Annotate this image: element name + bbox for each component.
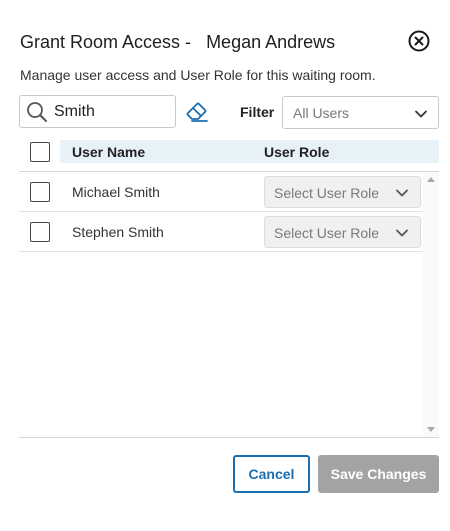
table-row: Michael Smith Select User Role	[19, 172, 423, 212]
cancel-button[interactable]: Cancel	[233, 455, 310, 493]
row-checkbox[interactable]	[30, 222, 50, 242]
scroll-up-arrow-icon[interactable]	[427, 177, 435, 182]
chevron-down-icon	[396, 229, 408, 237]
scroll-down-arrow-icon[interactable]	[427, 427, 435, 432]
close-button[interactable]	[408, 30, 430, 52]
column-header-user-name[interactable]: User Name	[72, 144, 145, 160]
user-name: Michael Smith	[72, 184, 160, 200]
clear-search-button[interactable]	[184, 98, 210, 124]
column-header-user-role[interactable]: User Role	[264, 144, 329, 160]
user-role-placeholder: Select User Role	[274, 185, 380, 201]
dialog-title: Grant Room Access - Megan Andrews	[20, 32, 335, 53]
close-circle-icon	[408, 30, 430, 52]
search-box[interactable]	[19, 95, 176, 128]
filter-label: Filter	[240, 104, 275, 120]
search-icon	[27, 102, 47, 122]
grant-room-access-dialog: Grant Room Access - Megan Andrews Manage…	[0, 0, 450, 531]
table-row: Stephen Smith Select User Role	[19, 212, 423, 252]
dialog-title-prefix: Grant Room Access -	[20, 32, 207, 52]
filter-selected-value: All Users	[293, 105, 350, 121]
chevron-down-icon	[396, 189, 408, 197]
save-changes-button[interactable]: Save Changes	[318, 455, 439, 493]
user-name: Stephen Smith	[72, 224, 164, 240]
select-all-checkbox[interactable]	[30, 142, 50, 162]
user-role-dropdown[interactable]: Select User Role	[264, 176, 421, 208]
row-checkbox[interactable]	[30, 182, 50, 202]
user-role-dropdown[interactable]: Select User Role	[264, 216, 421, 248]
search-input[interactable]	[54, 101, 172, 123]
table-header: User Name User Role	[19, 140, 439, 164]
user-role-placeholder: Select User Role	[274, 225, 380, 241]
eraser-icon	[186, 102, 208, 122]
user-table-body: Michael Smith Select User Role Stephen S…	[19, 171, 439, 438]
chevron-down-icon	[415, 110, 427, 118]
dialog-title-user: Megan Andrews	[206, 32, 336, 52]
filter-dropdown[interactable]: All Users	[282, 96, 439, 129]
table-scrollbar[interactable]	[423, 172, 439, 437]
dialog-subtitle: Manage user access and User Role for thi…	[20, 67, 376, 83]
